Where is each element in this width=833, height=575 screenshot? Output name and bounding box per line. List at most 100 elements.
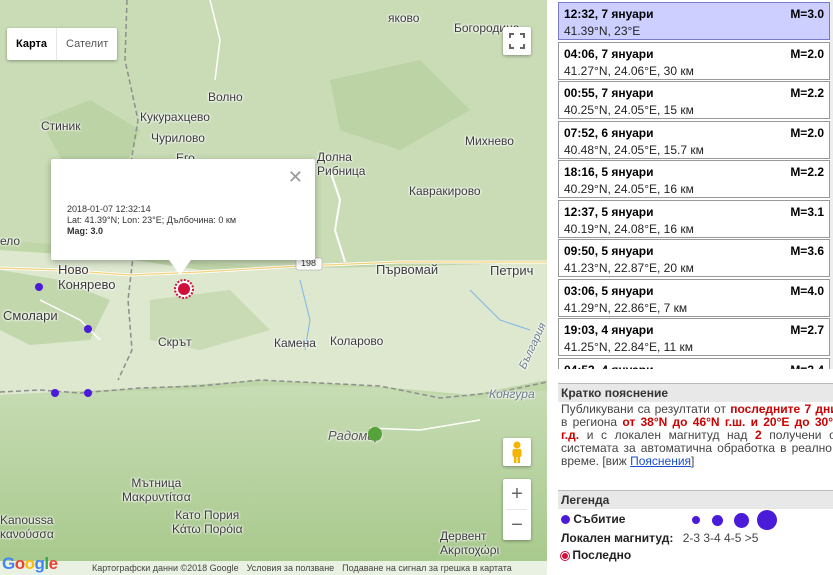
explain-text: ] bbox=[691, 454, 695, 468]
explanation-link[interactable]: Пояснения bbox=[630, 454, 691, 468]
event-list[interactable]: 12:32, 7 януари M=3.0 41.39°N, 23°E 04:06, … bbox=[558, 2, 830, 369]
place-label: Като Пория Κάτω Πορόια bbox=[172, 508, 243, 536]
event-coords: 41.39°N, 23°E bbox=[564, 24, 641, 38]
event-marker[interactable] bbox=[84, 325, 92, 333]
event-info-window: ✕ 2018-01-07 12:32:14 Lat: 41.39°N; Lon:… bbox=[51, 159, 315, 275]
info-mag-value: 3.0 bbox=[90, 226, 104, 236]
event-magnitude: M=2.0 bbox=[790, 125, 824, 140]
mag-dot-icon bbox=[733, 512, 749, 528]
pegman-icon bbox=[512, 441, 522, 463]
event-time: 04:53, 4 януари bbox=[564, 363, 654, 370]
event-magnitude: M=3.0 bbox=[790, 7, 824, 21]
explain-text: и с локален магнитуд над bbox=[579, 428, 755, 442]
event-magnitude: M=4.0 bbox=[790, 283, 824, 298]
place-label: Ново Конярево bbox=[58, 262, 116, 292]
event-list-item[interactable]: 18:16, 5 януари M=2.2 40.29°N, 24.05°E, 16… bbox=[558, 160, 830, 198]
place-label: Първомай bbox=[376, 262, 439, 277]
info-datetime: 2018-01-07 12:32:14 bbox=[67, 204, 151, 214]
place-label: Смолари bbox=[3, 308, 58, 323]
event-marker[interactable] bbox=[84, 389, 92, 397]
terms-link[interactable]: Условия за ползване bbox=[247, 563, 335, 573]
zoom-out-button[interactable]: − bbox=[503, 510, 531, 540]
map-attribution: Картографски данни ©2018 Google Условия … bbox=[0, 561, 547, 575]
event-list-item[interactable]: 03:06, 5 януари M=4.0 41.29°N, 22.86°E, 7 … bbox=[558, 278, 830, 317]
place-label: Чурилово bbox=[151, 131, 205, 145]
place-label: Мътница Μακρυντίτσα bbox=[122, 476, 191, 504]
place-label: Долна Рибница bbox=[317, 150, 366, 178]
fullscreen-icon bbox=[509, 33, 525, 49]
legend-last-row: Последно bbox=[561, 548, 631, 562]
legend-event-label: Събитие bbox=[573, 512, 626, 526]
event-magnitude: M=2.0 bbox=[790, 46, 824, 61]
place-label: Кавракирово bbox=[409, 184, 481, 198]
event-list-item[interactable]: 07:52, 6 януари M=2.0 40.48°N, 24.05°E, 15… bbox=[558, 120, 830, 159]
event-list-item[interactable]: 12:37, 5 януари M=3.1 40.19°N, 24.08°E, 16… bbox=[558, 199, 830, 238]
street-view-button[interactable] bbox=[503, 438, 531, 466]
attribution-data: Картографски данни ©2018 Google bbox=[92, 563, 239, 573]
fullscreen-button[interactable] bbox=[503, 27, 531, 55]
mag-dot-icon bbox=[692, 516, 700, 524]
event-coords: 40.29°N, 24.05°E, 16 км bbox=[564, 182, 694, 196]
map-view[interactable]: яково Богородица Волно Стиник Кукурахцев… bbox=[0, 0, 547, 575]
zoom-control: + − bbox=[503, 479, 531, 540]
event-time: 04:06, 7 януари bbox=[564, 46, 654, 61]
place-label: ело bbox=[0, 234, 21, 248]
mag-dot-icon bbox=[712, 514, 724, 526]
place-label: Kanoussa κανούσσα bbox=[0, 513, 54, 541]
park-icon bbox=[368, 427, 382, 441]
event-list-item[interactable]: 04:53, 4 януари M=3.4 bbox=[558, 357, 830, 370]
event-magnitude: M=2.2 bbox=[790, 86, 824, 100]
event-list-item[interactable]: 19:03, 4 януари M=2.7 41.25°N, 22.84°E, 11… bbox=[558, 318, 830, 356]
info-mag-label: Mag: bbox=[67, 226, 88, 236]
event-time: 03:06, 5 януари bbox=[564, 283, 654, 298]
event-time: 09:50, 5 януари bbox=[564, 244, 654, 258]
place-label: Коларово bbox=[330, 334, 384, 348]
report-error-link[interactable]: Подаване на сигнал за грешка в картата bbox=[342, 563, 512, 573]
event-coords: 40.25°N, 24.05°E, 15 км bbox=[564, 103, 694, 117]
legend-event-row: Събитие bbox=[561, 512, 625, 526]
event-time: 07:52, 6 януари bbox=[564, 125, 654, 140]
place-label: Кукурахцево bbox=[140, 110, 210, 124]
mag-dot-icon bbox=[757, 510, 778, 530]
event-coords: 41.23°N, 22.87°E, 20 км bbox=[564, 261, 694, 275]
place-label: Камена bbox=[274, 336, 316, 350]
legend-magnitude-row: Локален магнитуд: 2-3 3-4 4-5 >5 bbox=[561, 531, 758, 545]
event-list-item[interactable]: 04:06, 7 януари M=2.0 41.27°N, 24.06°E, 30… bbox=[558, 41, 830, 80]
event-coords: 41.29°N, 22.86°E, 7 км bbox=[564, 300, 688, 315]
google-logo[interactable]: Google bbox=[2, 554, 58, 574]
explanation-text: Публикувани са резултати от последните 7… bbox=[558, 401, 833, 470]
event-list-item[interactable]: 00:55, 7 януари M=2.2 40.25°N, 24.05°E, 15… bbox=[558, 81, 830, 119]
place-label: Дервент Ακριτοχώρι bbox=[440, 529, 500, 557]
legend-magnitude-dots bbox=[692, 510, 778, 530]
info-magnitude: Mag: 3.0 bbox=[67, 226, 236, 237]
explain-text: Публикувани са резултати от bbox=[561, 402, 731, 416]
event-time: 19:03, 4 януари bbox=[564, 323, 654, 337]
close-icon[interactable]: ✕ bbox=[288, 167, 303, 188]
event-coords: 40.48°N, 24.05°E, 15.7 км bbox=[564, 142, 704, 157]
map-type-control: Карта Сателит bbox=[7, 28, 118, 60]
last-event-marker[interactable] bbox=[173, 278, 195, 300]
legend-last-label: Последно bbox=[572, 548, 632, 562]
event-time: 00:55, 7 януари bbox=[564, 86, 654, 100]
event-dot-icon bbox=[561, 515, 570, 525]
place-label: Конгура bbox=[489, 387, 535, 401]
explain-highlight: 2 bbox=[754, 428, 762, 442]
legend-title: Легенда bbox=[558, 490, 833, 509]
event-list-item[interactable]: 12:32, 7 януари M=3.0 41.39°N, 23°E bbox=[558, 2, 830, 40]
event-magnitude: M=3.4 bbox=[790, 363, 824, 370]
event-time: 12:32, 7 януари bbox=[564, 7, 654, 21]
event-marker[interactable] bbox=[51, 389, 59, 397]
map-type-satellite-button[interactable]: Сателит bbox=[56, 28, 117, 60]
map-type-map-button[interactable]: Карта bbox=[7, 28, 56, 60]
explain-highlight: последните 7 дни bbox=[730, 402, 833, 416]
legend-magnitude-label: Локален магнитуд: bbox=[561, 531, 674, 545]
place-label: Петрич bbox=[490, 263, 534, 278]
info-coords: Lat: 41.39°N; Lon: 23°E; Дълбочина: 0 км bbox=[67, 215, 237, 225]
legend-magnitude-ranges: 2-3 3-4 4-5 >5 bbox=[682, 531, 759, 545]
event-coords: 40.19°N, 24.08°E, 16 км bbox=[564, 221, 694, 236]
event-coords: 41.25°N, 22.84°E, 11 км bbox=[564, 340, 693, 354]
zoom-in-button[interactable]: + bbox=[503, 479, 531, 509]
event-marker[interactable] bbox=[35, 283, 43, 291]
event-magnitude: M=3.1 bbox=[790, 204, 824, 219]
event-list-item[interactable]: 09:50, 5 януари M=3.6 41.23°N, 22.87°E, 20… bbox=[558, 239, 830, 277]
